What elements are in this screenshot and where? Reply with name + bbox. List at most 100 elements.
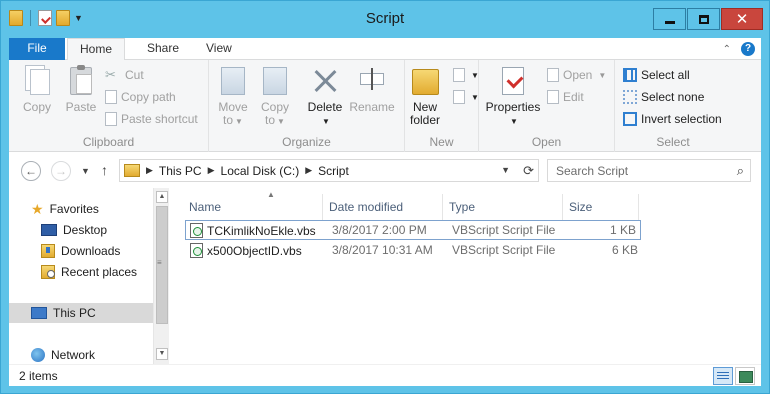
copy-to-button[interactable]: Copy to ▼ [255,65,295,128]
details-view-button[interactable] [713,367,733,385]
back-arrow-icon: ← [25,164,37,178]
tab-share[interactable]: Share [135,38,191,60]
close-icon: ✕ [735,11,749,28]
delete-button[interactable]: Delete ▼ [303,65,347,128]
nav-item-recent-places[interactable]: Recent places [41,262,137,282]
chevron-right-icon: ▶ [146,165,153,175]
tab-home[interactable]: Home [67,38,125,61]
vbscript-file-icon [190,223,203,238]
select-group: Select all Select none Invert selection … [615,60,731,152]
new-folder-label-2: folder [409,113,441,127]
grip-icon: ≡ [157,258,162,267]
cut-button[interactable]: ✂ Cut [105,65,144,85]
column-header-label: Date modified [329,200,404,214]
copy-button[interactable]: Copy [17,65,57,114]
ribbon-tab-actions: ⌃ ? [723,42,755,56]
forward-button[interactable]: → [51,161,71,181]
help-icon[interactable]: ? [741,42,755,56]
search-icon[interactable]: ⌕ [737,163,744,179]
rename-label: Rename [349,100,395,114]
nav-pane-scrollbar[interactable]: ▲ ≡ ▼ [153,188,169,364]
tab-view[interactable]: View [194,38,244,60]
paste-shortcut-icon [105,112,117,126]
file-name: TCKimlikNoEkle.vbs [207,224,316,238]
nav-item-label: Desktop [63,223,108,237]
copy-path-label: Copy path [121,90,176,104]
column-header-label: Name [189,200,222,214]
sort-ascending-icon: ▲ [267,190,275,199]
address-dropdown-icon[interactable]: ▼ [501,165,510,175]
close-button[interactable]: ✕ [721,8,763,30]
cut-label: Cut [125,68,144,82]
open-group: Properties ▼ Open ▼ Edit Open [479,60,615,152]
select-all-icon [623,68,637,82]
open-group-label: Open [531,135,562,149]
column-header-date-modified[interactable]: Date modified [323,194,443,220]
nav-item-downloads[interactable]: Downloads [41,241,120,261]
minimize-button[interactable] [653,8,686,30]
chevron-down-icon: ▼ [322,117,330,126]
table-row[interactable]: x500ObjectID.vbs 3/8/2017 10:31 AM VBScr… [185,241,641,261]
search-input[interactable]: Search Script ⌕ [547,159,751,182]
network-icon [31,348,45,362]
back-button[interactable]: ← [21,161,41,181]
open-icon [547,68,559,82]
column-header-size[interactable]: Size [563,194,639,220]
column-header-type[interactable]: Type [443,194,563,220]
select-all-button[interactable]: Select all [623,65,690,85]
table-row[interactable]: TCKimlikNoEkle.vbs 3/8/2017 2:00 PM VBSc… [185,220,641,240]
easy-access-button[interactable]: ▼ [453,87,479,107]
new-folder-icon [409,65,441,97]
minimize-icon [664,20,675,24]
new-folder-button[interactable]: New folder [405,65,445,127]
properties-button[interactable]: Properties ▼ [485,65,541,128]
address-bar[interactable]: ▶ This PC ▶ Local Disk (C:) ▶ Script ▼ ⟳ [119,159,539,182]
rename-button[interactable]: Rename [347,65,397,114]
select-group-label: Select [656,135,690,149]
paste-button[interactable]: Paste [61,65,101,114]
select-none-button[interactable]: Select none [623,87,704,107]
chevron-right-icon: ▶ [207,165,215,175]
column-header-label: Size [569,200,593,214]
search-placeholder: Search Script [556,164,629,178]
nav-item-favorites[interactable]: ★ Favorites [31,199,99,219]
column-header-name[interactable]: ▲ Name [183,190,323,220]
nav-item-desktop[interactable]: Desktop [41,220,107,240]
copy-to-icon [259,65,291,97]
invert-selection-button[interactable]: Invert selection [623,109,722,129]
open-button[interactable]: Open ▼ [547,65,606,85]
tab-file[interactable]: File [9,38,65,60]
folder-icon [124,164,140,177]
edit-button[interactable]: Edit [547,87,584,107]
copy-path-button[interactable]: Copy path [105,87,176,107]
large-icons-view-button[interactable] [735,367,755,385]
scroll-down-icon[interactable]: ▼ [156,348,168,360]
paste-shortcut-button[interactable]: Paste shortcut [105,109,198,129]
breadcrumb-this-pc[interactable]: This PC [159,164,202,178]
copy-path-icon [105,90,117,104]
vbscript-file-icon [190,243,203,258]
recent-locations-dropdown[interactable]: ▼ [81,166,90,176]
new-item-button[interactable]: ▼ [453,65,479,85]
maximize-button[interactable] [687,8,720,30]
edit-icon [547,90,559,104]
chevron-down-icon: ▼ [277,117,285,126]
breadcrumb-script[interactable]: Script [318,164,349,178]
up-button[interactable]: ↑ [101,162,108,178]
nav-item-label: Favorites [49,202,99,216]
refresh-icon[interactable]: ⟳ [523,163,534,179]
nav-item-label: Network [51,348,96,362]
recent-places-icon [41,265,55,279]
chevron-down-icon: ▼ [510,117,518,126]
scroll-up-icon[interactable]: ▲ [156,191,168,203]
paste-shortcut-label: Paste shortcut [121,112,198,126]
computer-icon [31,307,47,319]
breadcrumb-local-disk[interactable]: Local Disk (C:) [221,164,300,178]
navigation-bar: ← → ▼ ↑ ▶ This PC ▶ Local Disk (C:) ▶ Sc… [9,152,761,188]
explorer-window: ▼ Script ✕ File Home Share View ⌃ ? Copy [0,0,770,394]
file-list: ▲ Name Date modified Type Size TCKimlikN… [169,188,761,364]
minimize-ribbon-chevron-icon[interactable]: ⌃ [723,44,731,55]
move-to-button[interactable]: Move to ▼ [213,65,253,128]
nav-item-this-pc[interactable]: This PC [9,303,153,323]
nav-item-network[interactable]: Network [31,345,95,365]
